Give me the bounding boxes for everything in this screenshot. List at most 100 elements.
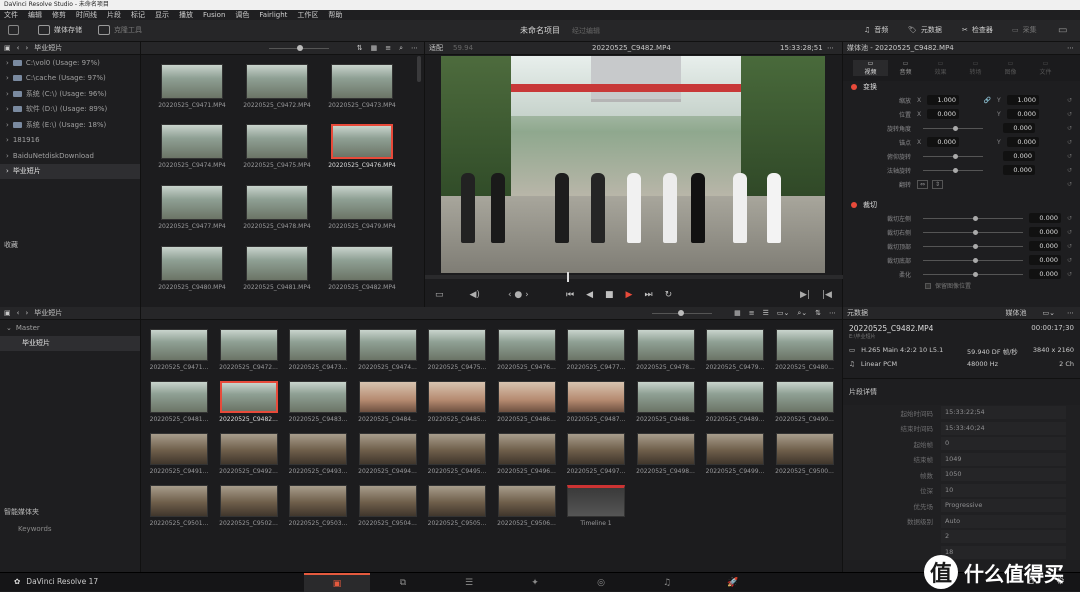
crop-slider[interactable]: [923, 271, 1023, 277]
pool-clip-thumbnail[interactable]: [567, 381, 625, 413]
media-clip-thumbnail[interactable]: [331, 185, 393, 220]
pool-clip-thumbnail[interactable]: [358, 381, 417, 413]
panel-layout-icon[interactable]: ▣: [4, 309, 11, 317]
metadata-menu-icon[interactable]: ▭⌄: [1043, 309, 1055, 317]
clip-detail-value[interactable]: 1050: [941, 468, 1066, 482]
chevron-right-icon[interactable]: ›: [6, 152, 9, 160]
chevron-right-icon[interactable]: ›: [6, 136, 9, 144]
flip-vertical-icon[interactable]: ⇕: [932, 179, 944, 189]
playhead[interactable]: [567, 272, 569, 282]
cut-page-icon[interactable]: ⧉: [370, 573, 436, 592]
pool-clip-thumbnail[interactable]: [150, 329, 208, 361]
reset-icon[interactable]: ↺: [1067, 229, 1072, 236]
menu-item[interactable]: 时间线: [76, 10, 97, 20]
inspector-tab[interactable]: ▭ 转场: [958, 60, 993, 76]
pool-clip-thumbnail[interactable]: [358, 485, 417, 517]
menu-item[interactable]: 调色: [235, 10, 249, 20]
pool-clip-thumbnail[interactable]: [150, 433, 208, 465]
timeline-thumbnail[interactable]: [567, 485, 625, 517]
pool-clip-thumbnail[interactable]: [428, 485, 486, 517]
clone-tool-button[interactable]: 克隆工具: [98, 25, 142, 35]
crop-header[interactable]: 裁切: [843, 199, 1080, 211]
crop-enable-icon[interactable]: [851, 202, 857, 208]
chevron-right-icon[interactable]: ›: [6, 90, 9, 98]
storage-folder-item[interactable]: › 毕业短片: [0, 163, 140, 179]
go-to-start-icon[interactable]: ⏮: [566, 290, 574, 300]
play-reverse-icon[interactable]: ◀: [586, 290, 593, 300]
color-page-icon[interactable]: ◎: [568, 573, 634, 592]
grid-view-icon[interactable]: ▦: [734, 309, 741, 317]
pool-clip-thumbnail[interactable]: [289, 433, 347, 465]
clip-detail-value[interactable]: 1049: [941, 452, 1066, 466]
pool-clip-thumbnail[interactable]: [358, 329, 417, 361]
pool-clip-thumbnail[interactable]: [150, 485, 208, 517]
media-clip-thumbnail[interactable]: [246, 124, 308, 159]
list-view-icon[interactable]: ≡: [749, 309, 755, 317]
loop-icon[interactable]: ↻: [665, 290, 673, 300]
search-icon[interactable]: ⌕: [399, 44, 403, 53]
transform-value-y[interactable]: 1.000: [1007, 95, 1039, 105]
pool-clip-thumbnail[interactable]: [428, 329, 486, 361]
storage-disk-item[interactable]: › 系统 (C:\) (Usage: 96%): [0, 86, 140, 102]
storage-folder-item[interactable]: › 181916: [0, 133, 140, 149]
pool-clip-thumbnail[interactable]: [775, 433, 834, 465]
crop-value[interactable]: 0.000: [1029, 241, 1061, 251]
pool-clip-thumbnail[interactable]: [706, 381, 764, 413]
menu-item[interactable]: 播放: [179, 10, 193, 20]
list-view-icon[interactable]: ≡: [385, 44, 391, 52]
jog-control[interactable]: ‹ ● ›: [508, 290, 529, 300]
media-clip-thumbnail[interactable]: [161, 124, 223, 159]
volume-icon[interactable]: ◀): [470, 290, 480, 300]
clip-detail-value[interactable]: Progressive: [941, 499, 1066, 513]
crop-value[interactable]: 0.000: [1029, 255, 1061, 265]
pool-clip-thumbnail[interactable]: [150, 381, 208, 413]
filmstrip-view-icon[interactable]: ☰: [763, 309, 769, 317]
menu-item[interactable]: Fusion: [203, 10, 225, 20]
pool-clip-thumbnail[interactable]: [497, 381, 556, 413]
chevron-right-icon[interactable]: ›: [6, 105, 9, 113]
inspector-button[interactable]: ✂ 检查器: [962, 25, 993, 35]
bin-item-graduation[interactable]: 毕业短片: [0, 335, 140, 351]
monitor-icon[interactable]: ▭: [1058, 25, 1067, 36]
pool-clip-thumbnail[interactable]: [219, 433, 278, 465]
pool-clip-thumbnail[interactable]: [706, 433, 764, 465]
media-clip-thumbnail[interactable]: [246, 246, 308, 281]
pool-clip-thumbnail[interactable]: [775, 381, 834, 413]
reset-icon[interactable]: ↺: [1067, 243, 1072, 250]
sort-icon[interactable]: ⇅: [815, 309, 821, 317]
crop-slider[interactable]: [923, 243, 1023, 249]
menu-item[interactable]: 编辑: [28, 10, 42, 20]
menu-item[interactable]: 文件: [4, 10, 18, 20]
pool-thumb-slider[interactable]: [652, 309, 713, 316]
crop-slider[interactable]: [923, 257, 1023, 263]
sound-library-button[interactable]: ♫ 音频: [864, 25, 888, 35]
menu-item[interactable]: Fairlight: [259, 10, 287, 20]
deliver-page-icon[interactable]: 🚀: [700, 573, 766, 592]
transform-value[interactable]: 0.000: [1003, 151, 1035, 161]
transform-value-y[interactable]: 0.000: [1007, 109, 1039, 119]
edit-page-icon[interactable]: ☰: [436, 573, 502, 592]
retain-checkbox[interactable]: [925, 282, 931, 289]
search-icon[interactable]: ⌕⌄: [797, 309, 807, 318]
more-options-icon[interactable]: ⋯: [411, 44, 418, 52]
storage-folder-item[interactable]: › BaiduNetdiskDownload: [0, 148, 140, 164]
inspector-tab[interactable]: ▭ 图像: [993, 60, 1028, 76]
clip-detail-value[interactable]: 10: [941, 483, 1066, 497]
transform-enable-icon[interactable]: [851, 84, 857, 90]
menu-item[interactable]: 修剪: [52, 10, 66, 20]
crop-value[interactable]: 0.000: [1029, 227, 1061, 237]
sort-icon[interactable]: ⇅: [357, 44, 363, 52]
media-clip-thumbnail[interactable]: [331, 246, 393, 281]
crop-slider[interactable]: [923, 229, 1023, 235]
transform-value[interactable]: 0.000: [1003, 165, 1035, 175]
clip-detail-value[interactable]: 15:33:40;24: [941, 421, 1066, 435]
flip-horizontal-icon[interactable]: ⇔: [917, 179, 929, 189]
mark-in-icon[interactable]: ▶|: [800, 290, 810, 300]
inspector-tab[interactable]: ▭ 效果: [923, 60, 958, 76]
crop-value[interactable]: 0.000: [1029, 269, 1061, 279]
crop-value[interactable]: 0.000: [1029, 213, 1061, 223]
chevron-right-icon[interactable]: ›: [6, 59, 9, 67]
inspector-tab[interactable]: ▭ 音频: [888, 60, 923, 76]
fit-dropdown[interactable]: 适配: [429, 43, 443, 53]
menu-item[interactable]: 显示: [155, 10, 169, 20]
